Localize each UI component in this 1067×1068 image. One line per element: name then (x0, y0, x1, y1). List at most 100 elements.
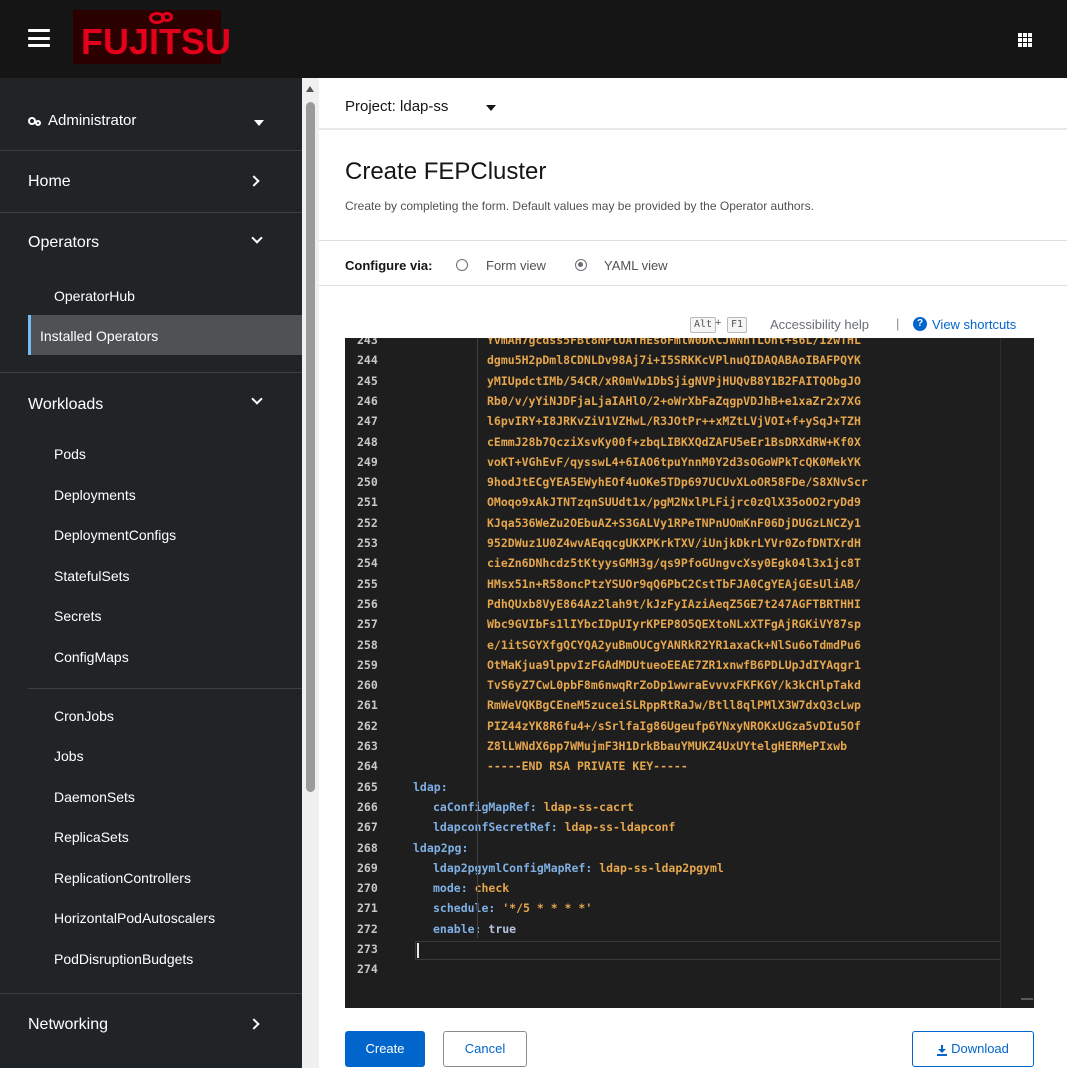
code-line: -----END RSA PRIVATE KEY----- (487, 759, 688, 774)
code-line: Wbc9GVIbFs1lIYbcIDpUIyrKPEP8O5QEXtoNLxXT… (487, 617, 861, 632)
code-line: KJqa536WeZu2OEbuAZ+S3GALVy1RPeTNPnUOmKnF… (487, 515, 861, 530)
line-number: 257 (357, 617, 378, 632)
editor-scrollbar[interactable] (1000, 338, 1034, 1008)
line-number: 263 (357, 739, 378, 753)
sidebar-item-deployments[interactable]: Deployments (54, 487, 136, 503)
create-button[interactable]: Create (345, 1031, 425, 1067)
chevron-right-icon (248, 175, 260, 187)
sidebar-item-configmaps[interactable]: ConfigMaps (54, 649, 129, 665)
line-number: 272 (357, 921, 378, 936)
line-number: 271 (357, 901, 378, 916)
nav-workloads-label: Workloads (28, 396, 104, 413)
yaml-key: ldap2pg: (413, 840, 469, 855)
nav-section-networking[interactable]: Networking (0, 993, 302, 1068)
help-separator: | (896, 316, 900, 331)
yaml-value: ldap-ss-ldapconf (564, 820, 676, 835)
caret-down-icon[interactable] (486, 105, 496, 111)
chevron-down-icon (255, 112, 263, 120)
view-shortcuts-link[interactable]: View shortcuts (932, 317, 1016, 332)
code-line: OtMaKjua9lppvIzFGAdMDUtueoEEAE7ZR1xnwfB6… (487, 657, 861, 672)
brand-name: FUJITSU (81, 21, 232, 62)
sidebar-item-statefulsets[interactable]: StatefulSets (54, 568, 130, 584)
nav-workloads-toggle[interactable]: Workloads (0, 373, 302, 433)
yaml-view-radio[interactable] (575, 259, 587, 271)
line-number: 246 (357, 393, 378, 408)
line-number: 255 (357, 576, 378, 591)
sidebar: Administrator Home Operators OperatorHub… (0, 78, 302, 1068)
editor-scrollbar-thumb[interactable] (1021, 998, 1033, 1000)
code-line: TvS6yZ7CwL0pbF8m6nwqRrZoDp1wwraEvvvxFKFK… (487, 678, 861, 693)
line-number: 247 (357, 414, 378, 429)
line-number: 270 (357, 881, 378, 896)
form-view-radio[interactable] (456, 259, 468, 271)
line-number: 253 (357, 536, 378, 550)
nav-operators-toggle[interactable]: Operators (0, 213, 302, 271)
accessibility-help: Accessibility help (770, 317, 869, 332)
sidebar-scrollbar-thumb[interactable] (306, 102, 315, 792)
title-divider (319, 240, 1067, 241)
brand-logo[interactable]: FUJITSU (73, 10, 231, 64)
line-number: 248 (357, 434, 378, 449)
code-line: cEmmJ28b7QcziXsvKy00f+zbqLIBKXQdZAFU5eEr… (487, 434, 861, 449)
sidebar-item-secrets[interactable]: Secrets (54, 608, 101, 624)
line-number: 258 (357, 637, 378, 652)
yaml-value: true (488, 921, 517, 936)
question-circle-icon[interactable]: ? (913, 317, 927, 331)
download-button[interactable]: Download (912, 1031, 1034, 1067)
yaml-key: enable: (433, 921, 482, 936)
line-number: 261 (357, 698, 378, 713)
code-line: ldap: (413, 780, 448, 794)
code-line: Rb0/v/yYiNJDFjaLjaIAHlO/2+oWrXbFaZqgpVDJ… (487, 393, 861, 408)
line-number: 249 (357, 454, 378, 469)
key-plus: + (715, 317, 722, 329)
app-launcher-icon[interactable] (1018, 33, 1032, 47)
line-number: 243 (357, 338, 378, 347)
chevron-right-icon (248, 1018, 260, 1030)
yaml-editor[interactable]: 243 244 245 246 247 248 249 250 251 252 253 254 255 2… (345, 338, 1034, 1008)
sidebar-item-replicasets[interactable]: ReplicaSets (54, 829, 129, 845)
cancel-button[interactable]: Cancel (443, 1031, 527, 1067)
line-number: 251 (357, 495, 378, 510)
editor-gutter: 243 244 245 246 247 248 249 250 251 252 253 254 255 2… (345, 338, 407, 1008)
line-number: 262 (357, 718, 378, 733)
sidebar-item-operatorhub[interactable]: OperatorHub (54, 288, 135, 304)
sidebar-item-daemonsets[interactable]: DaemonSets (54, 789, 135, 805)
sidebar-item-replicationcontrollers[interactable]: ReplicationControllers (54, 870, 191, 886)
sidebar-item-pods[interactable]: Pods (54, 446, 86, 462)
project-selector[interactable]: Project: ldap-ss (345, 98, 448, 115)
sidebar-item-jobs[interactable]: Jobs (54, 748, 84, 764)
nav-operators-label: Operators (28, 234, 100, 251)
yaml-key: ldap: (413, 779, 448, 794)
nav-section-home[interactable]: Home (0, 150, 302, 212)
download-label: Download (951, 1041, 1009, 1056)
code-line: PdhQUxb8VyE864Az2lah9t/kJzFyIAziAeqZ5GE7… (487, 596, 861, 611)
scroll-up-icon[interactable] (306, 86, 314, 92)
line-number: 252 (357, 515, 378, 530)
sidebar-item-installed-operators[interactable]: Installed Operators (40, 328, 158, 344)
nav-section-operators: Operators OperatorHub Installed Operator… (0, 212, 302, 370)
sidebar-item-horizontalpodautoscalers[interactable]: HorizontalPodAutoscalers (54, 910, 215, 926)
sidebar-item-deploymentconfigs[interactable]: DeploymentConfigs (54, 527, 176, 543)
hamburger-menu-icon[interactable] (28, 29, 50, 47)
sidebar-item-cronjobs[interactable]: CronJobs (54, 708, 114, 724)
line-number: 254 (357, 556, 378, 571)
code-line: enable: true (433, 922, 516, 936)
yaml-key: mode: (433, 881, 468, 896)
yaml-key: ldapconfSecretRef: (433, 820, 558, 835)
line-number: 259 (357, 657, 378, 672)
sidebar-item-poddisruptionbudgets[interactable]: PodDisruptionBudgets (54, 951, 193, 967)
code-line: caConfigMapRef: ldap-ss-cacrt (433, 800, 634, 814)
perspective-label: Administrator (48, 112, 137, 129)
editor-code-area[interactable]: YvmAH7gcdss5FBt8NPlUATHEsoFmlW0DKCJWNhTL… (407, 338, 1034, 1008)
alt-key: Alt (690, 317, 717, 333)
form-view-label[interactable]: Form view (486, 258, 546, 273)
yaml-view-label[interactable]: YAML view (604, 258, 668, 273)
download-icon (937, 1044, 948, 1056)
configure-via-label: Configure via: (345, 258, 433, 273)
code-line: ldapconfSecretRef: ldap-ss-ldapconf (433, 820, 675, 834)
nav-section-workloads: Workloads Pods Deployments DeploymentCon… (0, 372, 302, 992)
yaml-value: ldap-ss-cacrt (543, 799, 634, 814)
line-number: 244 (357, 353, 378, 368)
perspective-switcher[interactable]: Administrator (0, 78, 302, 150)
line-number: 273 (357, 942, 378, 956)
